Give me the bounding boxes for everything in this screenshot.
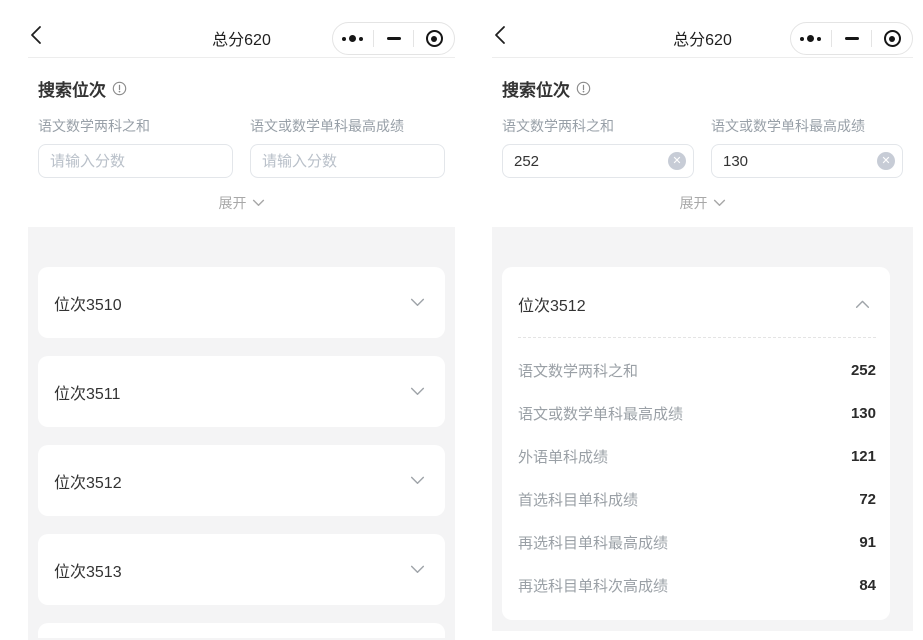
expanded-card-header[interactable]: 位次3512 <box>518 292 876 316</box>
expand-label: 展开 <box>680 193 708 213</box>
minimize-icon <box>845 37 859 40</box>
chevron-down-icon <box>410 387 425 396</box>
rank-list: 位次3510 位次3511 位次3512 位次3513 <box>28 227 455 640</box>
search-fields: 语文数学两科之和 ✕ 语文或数学单科最高成绩 ✕ <box>502 116 903 178</box>
rank-card-title: 位次3512 <box>54 469 122 493</box>
expand-toggle[interactable]: 展开 <box>38 193 445 213</box>
field-label: 语文数学两科之和 <box>38 116 233 136</box>
rank-card-title: 位次3510 <box>54 291 122 315</box>
more-menu-button[interactable] <box>333 23 373 54</box>
rank-card-3512[interactable]: 位次3512 <box>38 445 445 516</box>
minimize-button[interactable] <box>374 23 414 54</box>
score-max-input[interactable] <box>711 144 903 178</box>
minimize-button[interactable] <box>832 23 872 54</box>
rank-card-expanded: 位次3512 语文数学两科之和 252 语文或数学单科最高成绩 130 <box>502 267 890 620</box>
rank-card-partial[interactable] <box>38 623 445 638</box>
mini-program-header: 总分620 <box>492 0 913 58</box>
expand-toggle[interactable]: 展开 <box>502 193 903 213</box>
chevron-down-icon <box>410 476 425 485</box>
field-max-single: 语文或数学单科最高成绩 <box>250 116 445 178</box>
score-row-value: 91 <box>859 534 876 551</box>
info-icon[interactable] <box>576 81 591 96</box>
clear-input-icon[interactable]: ✕ <box>668 152 686 170</box>
chevron-up-icon <box>855 300 870 309</box>
score-sum-input[interactable] <box>502 144 694 178</box>
search-section: 搜索位次 语文数学两科之和 语文或数学单科最高成绩 <box>28 58 455 227</box>
score-row: 语文数学两科之和 252 <box>518 360 876 381</box>
score-row: 再选科目单科次高成绩 84 <box>518 575 876 596</box>
dashed-divider <box>518 337 876 338</box>
info-icon[interactable] <box>112 81 127 96</box>
close-button[interactable] <box>872 23 912 54</box>
score-rows: 语文数学两科之和 252 语文或数学单科最高成绩 130 外语单科成绩 121 … <box>518 360 876 596</box>
close-circle-icon <box>884 30 901 47</box>
field-label: 语文或数学单科最高成绩 <box>711 116 903 136</box>
rank-card-title: 位次3511 <box>54 380 120 404</box>
search-section-title: 搜索位次 <box>38 76 445 101</box>
score-row-value: 130 <box>851 405 876 422</box>
search-section: 搜索位次 语文数学两科之和 ✕ 语文或数学单科最高成绩 <box>492 58 913 227</box>
chevron-down-icon <box>410 298 425 307</box>
rank-card-3513[interactable]: 位次3513 <box>38 534 445 605</box>
field-max-single: 语文或数学单科最高成绩 ✕ <box>711 116 903 178</box>
score-row-label: 外语单科成绩 <box>518 446 608 467</box>
score-row: 外语单科成绩 121 <box>518 446 876 467</box>
capsule-controls <box>332 22 455 55</box>
score-row-label: 再选科目单科最高成绩 <box>518 532 668 553</box>
search-title-text: 搜索位次 <box>38 76 106 101</box>
chevron-down-icon <box>410 565 425 574</box>
score-sum-input[interactable] <box>38 144 233 178</box>
field-label: 语文或数学单科最高成绩 <box>250 116 445 136</box>
panel-expanded-result: 总分620 搜索位次 <box>492 0 913 640</box>
score-row-value: 252 <box>851 362 876 379</box>
search-section-title: 搜索位次 <box>502 76 903 101</box>
score-row-label: 语文数学两科之和 <box>518 360 638 381</box>
score-row: 语文或数学单科最高成绩 130 <box>518 403 876 424</box>
field-sum-of-two: 语文数学两科之和 <box>38 116 233 178</box>
close-button[interactable] <box>414 23 454 54</box>
score-row: 首选科目单科成绩 72 <box>518 489 876 510</box>
more-dots-icon <box>342 35 363 42</box>
rank-result: 位次3512 语文数学两科之和 252 语文或数学单科最高成绩 130 <box>492 227 913 631</box>
rank-card-title: 位次3512 <box>518 292 586 316</box>
clear-input-icon[interactable]: ✕ <box>877 152 895 170</box>
score-row-value: 72 <box>859 491 876 508</box>
field-label: 语文数学两科之和 <box>502 116 694 136</box>
search-fields: 语文数学两科之和 语文或数学单科最高成绩 <box>38 116 445 178</box>
rank-card-title: 位次3513 <box>54 558 122 582</box>
score-row-value: 84 <box>859 577 876 594</box>
minimize-icon <box>387 37 401 40</box>
score-max-input[interactable] <box>250 144 445 178</box>
score-row-value: 121 <box>851 448 876 465</box>
panel-collapsed-list: 总分620 搜索位次 <box>28 0 455 640</box>
rank-card-3510[interactable]: 位次3510 <box>38 267 445 338</box>
score-row-label: 语文或数学单科最高成绩 <box>518 403 683 424</box>
chevron-down-icon <box>252 199 265 207</box>
search-title-text: 搜索位次 <box>502 76 570 101</box>
more-dots-icon <box>800 35 821 42</box>
two-screenshot-stage: 总分620 搜索位次 <box>0 0 923 640</box>
score-row-label: 再选科目单科次高成绩 <box>518 575 668 596</box>
more-menu-button[interactable] <box>791 23 831 54</box>
score-row: 再选科目单科最高成绩 91 <box>518 532 876 553</box>
mini-program-header: 总分620 <box>28 0 455 58</box>
rank-card-3511[interactable]: 位次3511 <box>38 356 445 427</box>
close-circle-icon <box>426 30 443 47</box>
chevron-down-icon <box>713 199 726 207</box>
score-row-label: 首选科目单科成绩 <box>518 489 638 510</box>
field-sum-of-two: 语文数学两科之和 ✕ <box>502 116 694 178</box>
expand-label: 展开 <box>219 193 247 213</box>
capsule-controls <box>790 22 913 55</box>
